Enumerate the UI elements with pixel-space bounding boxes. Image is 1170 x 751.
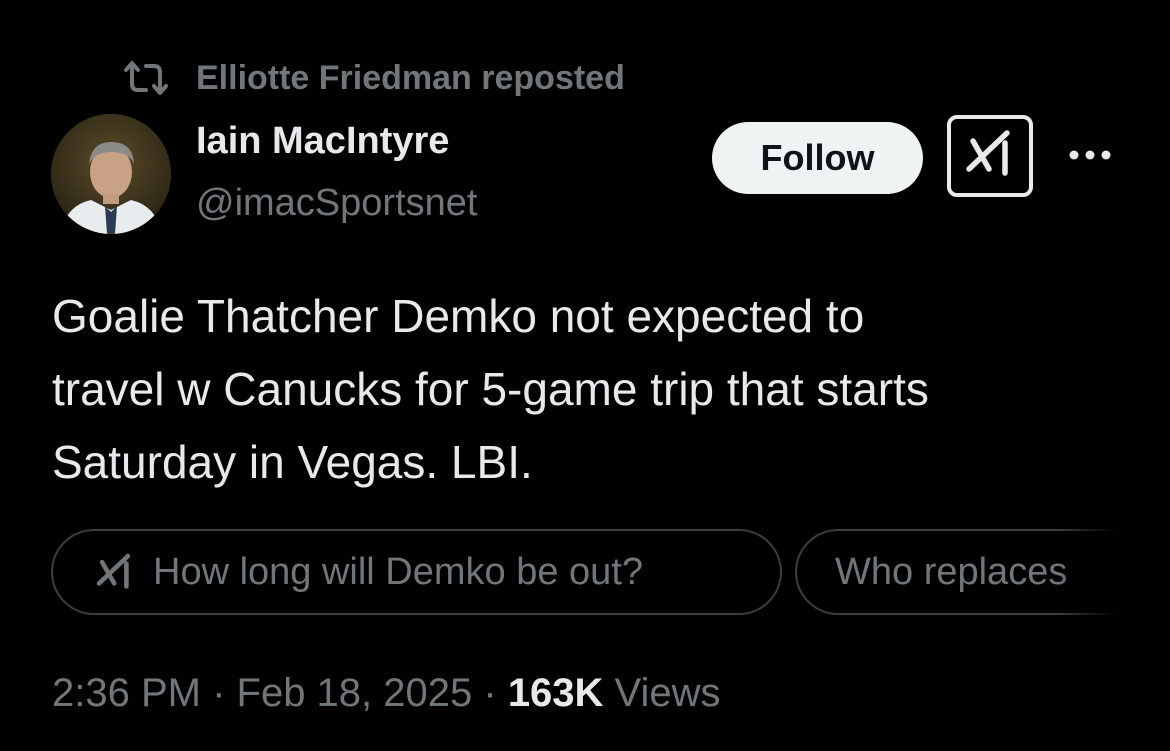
follow-button[interactable]: Follow — [712, 122, 923, 194]
tweet-date[interactable]: Feb 18, 2025 — [237, 671, 473, 715]
grok-suggestions: How long will Demko be out? Who replaces — [51, 529, 1118, 619]
avatar[interactable] — [51, 114, 171, 234]
repost-label: Elliotte Friedman reposted — [196, 58, 625, 97]
separator: · — [472, 671, 508, 715]
more-button[interactable] — [1066, 142, 1114, 172]
tweet-line: Goalie Thatcher Demko not expected to — [52, 290, 865, 342]
tweet-line: Saturday in Vegas. LBI. — [52, 436, 533, 488]
author-handle[interactable]: @imacSportsnet — [196, 182, 477, 225]
tweet-meta: 2:36 PM · Feb 18, 2025 · 163K Views — [52, 671, 721, 716]
views-count: 163K — [507, 671, 604, 715]
suggestion-label: Who replaces — [835, 550, 1068, 593]
grok-icon — [93, 552, 139, 592]
repost-icon — [120, 56, 172, 100]
suggestion-chip[interactable]: How long will Demko be out? — [51, 529, 782, 615]
tweet-line: travel w Canucks for 5-game trip that st… — [52, 363, 929, 415]
views-label: Views — [603, 671, 721, 715]
repost-indicator[interactable]: Elliotte Friedman reposted — [120, 56, 625, 100]
more-icon — [1068, 148, 1112, 166]
author-name[interactable]: Iain MacIntyre — [196, 120, 449, 163]
tweet-time[interactable]: 2:36 PM — [52, 671, 201, 715]
tweet-text: Goalie Thatcher Demko not expected to tr… — [52, 280, 1132, 499]
scroll-fade — [1058, 529, 1118, 619]
grok-button[interactable] — [947, 115, 1033, 197]
separator: · — [200, 671, 237, 715]
suggestion-label: How long will Demko be out? — [153, 550, 644, 593]
grok-icon — [963, 129, 1017, 184]
